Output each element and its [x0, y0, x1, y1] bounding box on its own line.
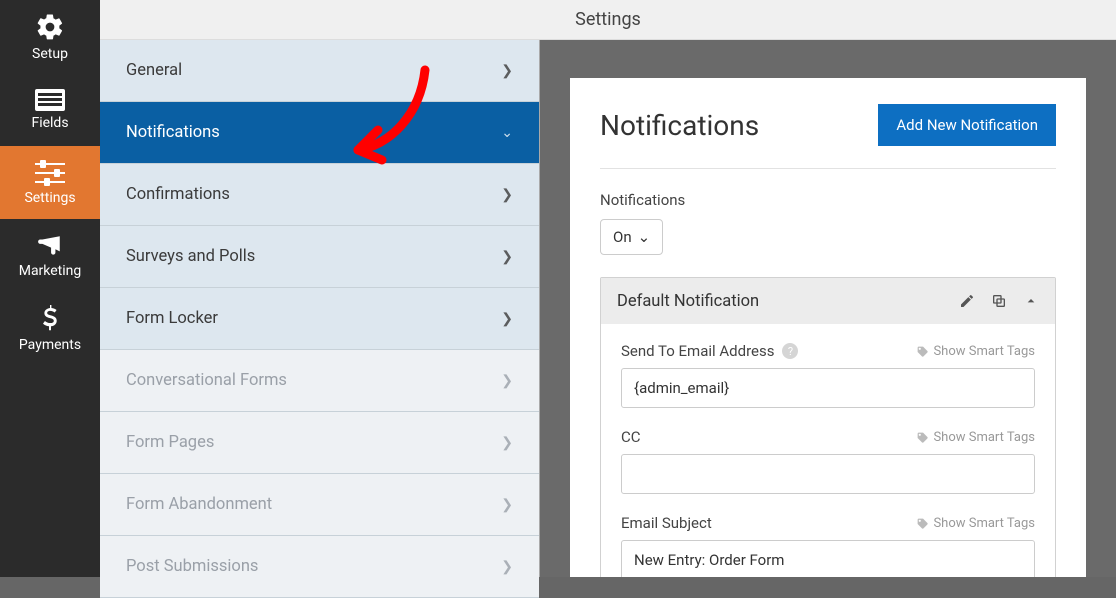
- field-label: Send To Email Address ?: [621, 342, 798, 360]
- submenu-conversational-forms[interactable]: Conversational Forms ❯: [100, 350, 539, 412]
- subject-input[interactable]: [621, 540, 1035, 577]
- gear-icon: [35, 12, 65, 42]
- chevron-right-icon: ❯: [501, 559, 513, 575]
- chevron-down-icon: ⌄: [638, 228, 651, 246]
- submenu-label: Form Abandonment: [126, 495, 272, 514]
- field-send-to: Send To Email Address ? Show Smart Tags: [621, 342, 1035, 408]
- main-sidebar: Setup Fields Settings Marketing Payments: [0, 0, 100, 577]
- notifications-panel: Notifications Add New Notification Notif…: [570, 78, 1086, 577]
- chevron-right-icon: ❯: [501, 63, 513, 79]
- page-title: Settings: [575, 9, 641, 30]
- submenu-general[interactable]: General ❯: [100, 40, 539, 102]
- sidebar-label: Settings: [24, 190, 75, 206]
- chevron-right-icon: ❯: [501, 311, 513, 327]
- submenu-label: Surveys and Polls: [126, 247, 255, 266]
- sidebar-item-payments[interactable]: Payments: [0, 292, 100, 365]
- submenu-form-locker[interactable]: Form Locker ❯: [100, 288, 539, 350]
- field-cc: CC Show Smart Tags: [621, 428, 1035, 494]
- submenu-notifications[interactable]: Notifications ⌄: [100, 102, 539, 164]
- label-text: Send To Email Address: [621, 342, 774, 360]
- sidebar-item-setup[interactable]: Setup: [0, 0, 100, 73]
- submenu-label: Conversational Forms: [126, 371, 287, 390]
- sidebar-label: Fields: [31, 115, 68, 131]
- sliders-icon: [35, 160, 65, 186]
- chevron-right-icon: ❯: [501, 435, 513, 451]
- add-notification-button[interactable]: Add New Notification: [878, 104, 1056, 146]
- chevron-down-icon: ⌄: [501, 125, 513, 141]
- collapse-icon[interactable]: [1023, 293, 1039, 309]
- submenu-label: Form Pages: [126, 433, 214, 452]
- show-smart-tags[interactable]: Show Smart Tags: [916, 430, 1035, 445]
- page-header: Settings: [100, 0, 1116, 40]
- edit-icon[interactable]: [959, 293, 975, 309]
- field-label: Email Subject: [621, 514, 712, 532]
- chevron-right-icon: ❯: [501, 373, 513, 389]
- submenu-surveys[interactable]: Surveys and Polls ❯: [100, 226, 539, 288]
- submenu-confirmations[interactable]: Confirmations ❯: [100, 164, 539, 226]
- chevron-right-icon: ❯: [501, 249, 513, 265]
- copy-icon[interactable]: [991, 293, 1007, 309]
- sidebar-item-fields[interactable]: Fields: [0, 73, 100, 146]
- chevron-right-icon: ❯: [501, 187, 513, 203]
- main-area: Settings General ❯ Notifications ⌄ Confi…: [100, 0, 1116, 577]
- sidebar-label: Marketing: [19, 263, 82, 279]
- smart-label: Show Smart Tags: [933, 344, 1035, 359]
- submenu-label: Notifications: [126, 123, 220, 142]
- submenu-post-submissions[interactable]: Post Submissions ❯: [100, 536, 539, 598]
- chevron-right-icon: ❯: [501, 497, 513, 513]
- help-icon[interactable]: ?: [782, 343, 798, 359]
- submenu-label: Post Submissions: [126, 557, 258, 576]
- card-actions: [959, 293, 1039, 309]
- sidebar-label: Setup: [32, 46, 68, 62]
- sidebar-label: Payments: [19, 337, 81, 353]
- show-smart-tags[interactable]: Show Smart Tags: [916, 516, 1035, 531]
- notifications-label: Notifications: [600, 191, 1056, 209]
- settings-submenu: General ❯ Notifications ⌄ Confirmations …: [100, 40, 540, 577]
- show-smart-tags[interactable]: Show Smart Tags: [916, 344, 1035, 359]
- panel-title: Notifications: [600, 109, 759, 142]
- dollar-icon: [40, 305, 60, 333]
- field-label: CC: [621, 428, 641, 446]
- submenu-label: General: [126, 61, 182, 80]
- bullhorn-icon: [35, 233, 65, 259]
- submenu-form-pages[interactable]: Form Pages ❯: [100, 412, 539, 474]
- cc-input[interactable]: [621, 454, 1035, 494]
- notification-card: Default Notification: [600, 277, 1056, 577]
- form-icon: [35, 89, 65, 111]
- panel-container: Notifications Add New Notification Notif…: [540, 40, 1116, 577]
- panel-header: Notifications Add New Notification: [600, 104, 1056, 169]
- submenu-label: Confirmations: [126, 185, 230, 204]
- submenu-form-abandonment[interactable]: Form Abandonment ❯: [100, 474, 539, 536]
- field-subject: Email Subject Show Smart Tags: [621, 514, 1035, 577]
- sidebar-item-settings[interactable]: Settings: [0, 146, 100, 219]
- notifications-toggle[interactable]: On ⌄: [600, 219, 663, 255]
- toggle-value: On: [613, 228, 632, 246]
- card-header: Default Notification: [601, 278, 1055, 324]
- card-body: Send To Email Address ? Show Smart Tags: [601, 324, 1055, 577]
- sidebar-item-marketing[interactable]: Marketing: [0, 219, 100, 292]
- send-to-input[interactable]: [621, 368, 1035, 408]
- card-title: Default Notification: [617, 292, 759, 311]
- smart-label: Show Smart Tags: [933, 430, 1035, 445]
- content-area: General ❯ Notifications ⌄ Confirmations …: [100, 40, 1116, 577]
- smart-label: Show Smart Tags: [933, 516, 1035, 531]
- submenu-label: Form Locker: [126, 309, 218, 328]
